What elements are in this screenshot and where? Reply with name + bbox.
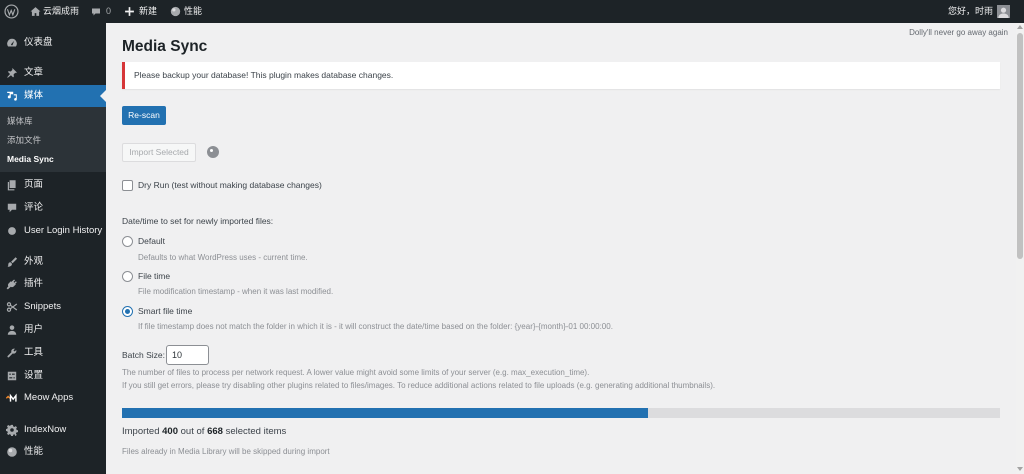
import-status: Imported 400 out of 668 selected items bbox=[122, 426, 286, 438]
batch-size-input[interactable] bbox=[166, 345, 209, 365]
sidebar-item-label: 外观 bbox=[24, 256, 44, 267]
sidebar-item-label: 用户 bbox=[24, 324, 44, 335]
dry-run-checkbox[interactable] bbox=[122, 180, 133, 191]
radio-default-description: Defaults to what WordPress uses - curren… bbox=[138, 253, 308, 262]
batch-size-label: Batch Size: bbox=[122, 350, 165, 360]
admin-bar: 云烟成雨 0 新建 性能 您好，时雨 bbox=[0, 0, 1024, 23]
import-status-prefix: Imported bbox=[122, 426, 160, 437]
radio-smart-file-time-description: If file timestamp does not match the fol… bbox=[138, 322, 613, 331]
submenu-item-media-sync[interactable]: Media Sync bbox=[7, 151, 54, 167]
radio-file-time[interactable] bbox=[122, 271, 133, 282]
rescan-button[interactable]: Re-scan bbox=[122, 106, 166, 125]
progress-bar-fill bbox=[122, 408, 648, 418]
imported-count: 400 bbox=[162, 426, 178, 437]
performance-menu[interactable]: 性能 bbox=[184, 0, 202, 23]
scissors-icon bbox=[6, 301, 18, 313]
sidebar-item-performance[interactable]: 性能 bbox=[0, 441, 106, 463]
sidebar-item-label: 工具 bbox=[24, 347, 44, 358]
skip-note: Files already in Media Library will be s… bbox=[122, 447, 330, 456]
sidebar-item-appearance[interactable]: 外观 bbox=[0, 251, 106, 273]
sidebar-item-indexnow[interactable]: IndexNow bbox=[0, 419, 106, 441]
sidebar-item-label: Snippets bbox=[24, 301, 61, 312]
sidebar-item-dashboard[interactable]: 仪表盘 bbox=[0, 32, 106, 54]
performance-icon[interactable] bbox=[170, 6, 181, 17]
user-icon bbox=[6, 324, 18, 336]
pin-icon bbox=[6, 67, 18, 79]
sidebar-item-settings[interactable]: 设置 bbox=[0, 365, 106, 387]
performance-icon bbox=[6, 446, 18, 458]
warning-notice: Please backup your database! This plugin… bbox=[122, 62, 1000, 89]
avatar[interactable] bbox=[997, 5, 1010, 18]
radio-smart-file-time-label[interactable]: Smart file time bbox=[138, 306, 192, 317]
current-menu-arrow bbox=[94, 90, 106, 102]
sidebar-item-label: IndexNow bbox=[24, 424, 67, 435]
sidebar-item-users[interactable]: 用户 bbox=[0, 319, 106, 341]
dry-run-label[interactable]: Dry Run (test without making database ch… bbox=[138, 180, 322, 191]
media-icon bbox=[6, 90, 18, 102]
import-status-suffix: selected items bbox=[225, 426, 287, 437]
datetime-heading: Date/time to set for newly imported file… bbox=[122, 216, 274, 226]
home-icon[interactable] bbox=[30, 6, 41, 17]
comment-icon[interactable] bbox=[91, 7, 101, 17]
site-name-link[interactable]: 云烟成雨 bbox=[43, 0, 79, 23]
meow-apps-icon bbox=[6, 392, 18, 404]
admin-sidebar-menu: 仪表盘 文章 媒体 媒体库 添加文件 Media Sync 页面 评论 User… bbox=[0, 23, 106, 474]
page-scrollbar[interactable] bbox=[1016, 23, 1024, 474]
sidebar-item-label: 媒体 bbox=[24, 90, 44, 101]
loading-spinner-icon bbox=[207, 146, 219, 158]
user-greeting[interactable]: 您好，时雨 bbox=[948, 0, 993, 23]
sidebar-item-posts[interactable]: 文章 bbox=[0, 62, 106, 84]
sidebar-item-label: 仪表盘 bbox=[24, 37, 53, 48]
scroll-up-arrow-icon[interactable] bbox=[1017, 25, 1023, 29]
submenu-item-media-library[interactable]: 媒体库 bbox=[7, 113, 33, 129]
sidebar-item-plugins[interactable]: 插件 bbox=[0, 273, 106, 295]
sidebar-item-label: 性能 bbox=[24, 446, 44, 457]
plus-icon[interactable] bbox=[124, 6, 135, 17]
sidebar-item-comments[interactable]: 评论 bbox=[0, 197, 106, 219]
plugin-icon bbox=[6, 278, 18, 290]
import-status-middle: out of bbox=[180, 426, 205, 437]
sidebar-item-label: 页面 bbox=[24, 179, 44, 190]
page-title: Media Sync bbox=[122, 38, 208, 55]
sidebar-item-label: 评论 bbox=[24, 202, 44, 213]
sidebar-item-label: 设置 bbox=[24, 370, 44, 381]
scrollbar-thumb[interactable] bbox=[1017, 33, 1023, 259]
paintbrush-icon bbox=[6, 256, 18, 268]
dashboard-icon bbox=[6, 37, 18, 49]
wordpress-logo-icon[interactable] bbox=[4, 4, 19, 19]
settings-icon bbox=[6, 370, 18, 382]
sidebar-item-label: Meow Apps bbox=[24, 392, 74, 403]
hello-dolly-lyric: Dolly'll never go away again bbox=[909, 28, 1008, 37]
sidebar-item-media[interactable]: 媒体 bbox=[0, 85, 106, 107]
sidebar-item-snippets[interactable]: Snippets bbox=[0, 296, 106, 318]
sidebar-item-pages[interactable]: 页面 bbox=[0, 174, 106, 196]
page-icon bbox=[6, 179, 18, 191]
import-progress-bar bbox=[122, 408, 1000, 418]
sidebar-item-label: 插件 bbox=[24, 278, 44, 289]
total-count: 668 bbox=[207, 426, 223, 437]
sidebar-item-tools[interactable]: 工具 bbox=[0, 342, 106, 364]
radio-default-label[interactable]: Default bbox=[138, 236, 165, 247]
wrench-icon bbox=[6, 347, 18, 359]
new-content-menu[interactable]: 新建 bbox=[139, 0, 157, 23]
import-selected-button[interactable]: Import Selected bbox=[122, 143, 196, 162]
radio-default[interactable] bbox=[122, 236, 133, 247]
circle-icon bbox=[6, 225, 18, 237]
batch-size-help: The number of files to process per netwo… bbox=[122, 368, 590, 377]
batch-size-help: If you still get errors, please try disa… bbox=[122, 381, 716, 390]
comment-icon bbox=[6, 202, 18, 214]
gear-icon bbox=[6, 424, 18, 436]
media-submenu: 媒体库 添加文件 Media Sync bbox=[0, 107, 106, 172]
sidebar-item-label: User Login History bbox=[24, 225, 103, 236]
comments-count[interactable]: 0 bbox=[106, 0, 111, 23]
sidebar-item-user-login-history[interactable]: User Login History bbox=[0, 220, 106, 242]
radio-file-time-description: File modification timestamp - when it wa… bbox=[138, 287, 334, 296]
scroll-down-arrow-icon[interactable] bbox=[1017, 467, 1023, 471]
radio-smart-file-time[interactable] bbox=[122, 306, 133, 317]
sidebar-item-meow-apps[interactable]: Meow Apps bbox=[0, 387, 106, 409]
sidebar-item-label: 文章 bbox=[24, 67, 44, 78]
submenu-item-add-new[interactable]: 添加文件 bbox=[7, 132, 41, 148]
radio-file-time-label[interactable]: File time bbox=[138, 271, 170, 282]
